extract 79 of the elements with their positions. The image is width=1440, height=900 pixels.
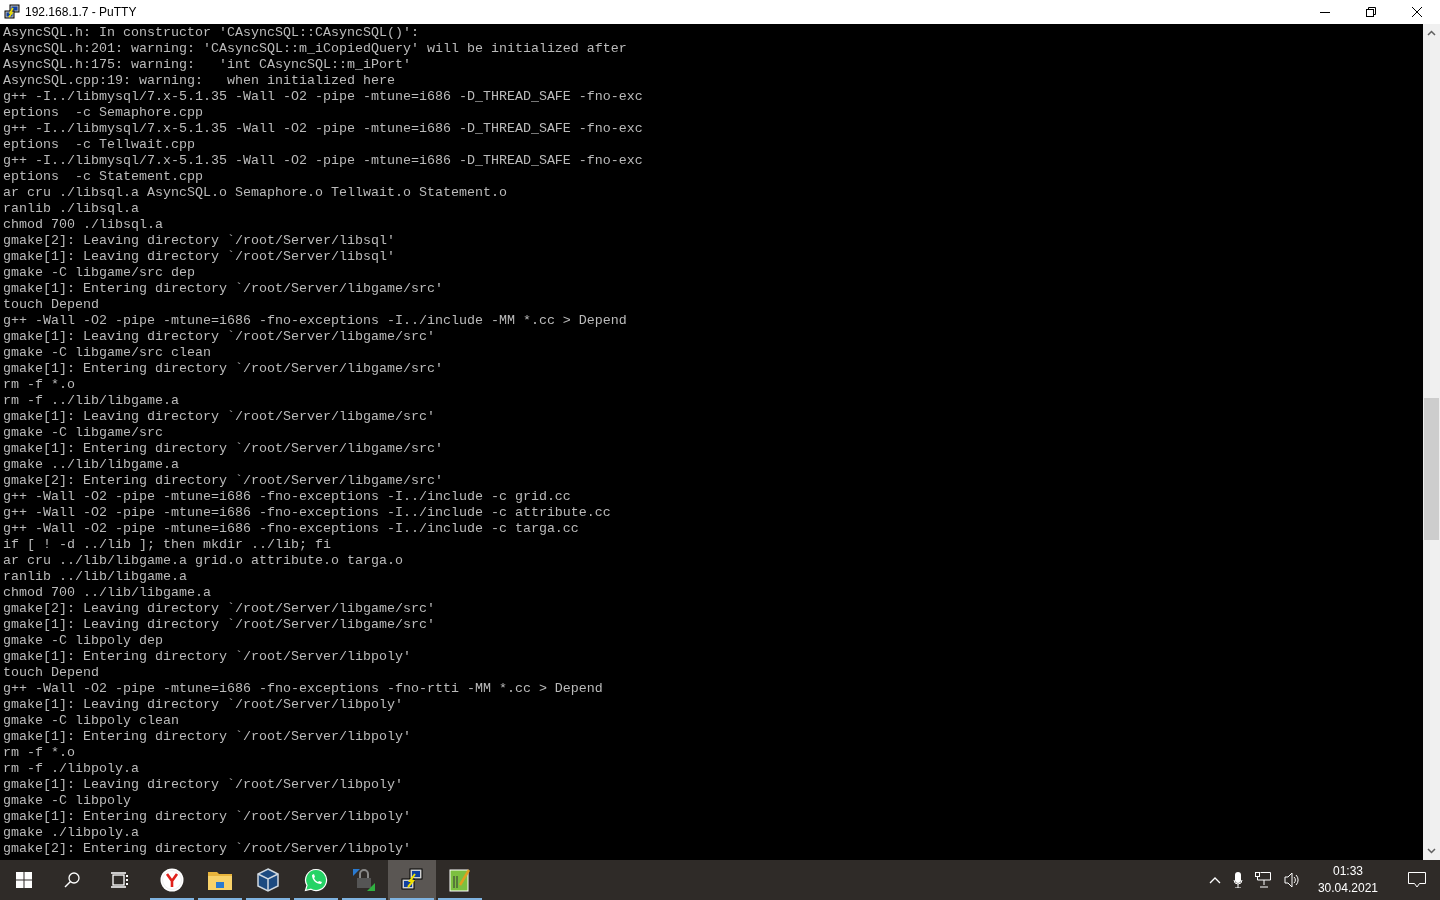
terminal-line: ar cru ../lib/libgame.a grid.o attribute.o targa.o bbox=[3, 553, 404, 569]
clock-date: 30.04.2021 bbox=[1317, 880, 1378, 897]
terminal-line: eptions -c Semaphore.cpp bbox=[3, 105, 204, 121]
terminal-line: gmake[2]: Entering directory `/root/Server/libpoly' bbox=[3, 841, 412, 857]
search-icon bbox=[64, 872, 80, 888]
network-icon[interactable] bbox=[1254, 872, 1272, 888]
terminal-line: gmake -C libgame/src bbox=[3, 425, 164, 441]
windows-icon bbox=[16, 872, 32, 888]
terminal-line: AsyncSQL.h: In constructor 'CAsyncSQL::CAsyncSQL()': bbox=[3, 25, 420, 41]
task-view-icon bbox=[111, 872, 129, 888]
terminal-line: gmake[1]: Leaving directory `/root/Server/libpoly' bbox=[3, 777, 404, 793]
terminal-line: gmake[1]: Entering directory `/root/Server/libgame/src' bbox=[3, 441, 444, 457]
scrollbar[interactable] bbox=[1423, 24, 1440, 860]
terminal-line: chmod 700 ../lib/libgame.a bbox=[3, 585, 212, 601]
terminal-line: gmake[1]: Leaving directory `/root/Server/libgame/src' bbox=[3, 329, 436, 345]
terminal-line: gmake[1]: Entering directory `/root/Server/libpoly' bbox=[3, 809, 412, 825]
terminal-line: g++ -Wall -O2 -pipe -mtune=i686 -fno-exceptions -I../include -c targa.cc bbox=[3, 521, 580, 537]
padlock-icon bbox=[352, 868, 376, 892]
scroll-up-icon[interactable] bbox=[1427, 30, 1436, 36]
terminal-line: ar cru ./libsql.a AsyncSQL.o Semaphore.o Tellwait.o Statement.o bbox=[3, 185, 508, 201]
terminal-line: g++ -Wall -O2 -pipe -mtune=i686 -fno-exceptions -fno-rtti -MM *.cc > Depend bbox=[3, 681, 604, 697]
terminal-line: if [ ! -d ../lib ]; then mkdir ../lib; fi bbox=[3, 537, 332, 553]
clock-time: 01:33 bbox=[1332, 863, 1363, 880]
terminal-line: AsyncSQL.cpp:19: warning: when initialized here bbox=[3, 73, 396, 89]
terminal-line: gmake[1]: Entering directory `/root/Server/libgame/src' bbox=[3, 281, 444, 297]
terminal-line: gmake[1]: Leaving directory `/root/Server/libpoly' bbox=[3, 697, 404, 713]
chat-bubble-icon bbox=[304, 868, 328, 892]
terminal-line: ranlib ../lib/libgame.a bbox=[3, 569, 188, 585]
cube-icon bbox=[257, 868, 279, 892]
terminal-line: eptions -c Tellwait.cpp bbox=[3, 137, 196, 153]
terminal-line: touch Depend bbox=[3, 665, 100, 681]
terminal-line: gmake -C libgame/src clean bbox=[3, 345, 212, 361]
terminal-line: rm -f ./libpoly.a bbox=[3, 761, 140, 777]
chevron-up-icon[interactable] bbox=[1208, 876, 1221, 884]
speaker-icon[interactable] bbox=[1283, 872, 1300, 888]
microphone-icon[interactable] bbox=[1232, 872, 1243, 888]
terminal-line: gmake[1]: Entering directory `/root/Server/libgame/src' bbox=[3, 361, 444, 377]
terminal-line: rm -f ../lib/libgame.a bbox=[3, 393, 180, 409]
terminal-line: gmake[2]: Leaving directory `/root/Server/libgame/src' bbox=[3, 601, 436, 617]
terminal-line: g++ -Wall -O2 -pipe -mtune=i686 -fno-exceptions -I../include -c grid.cc bbox=[3, 489, 572, 505]
terminal-line: gmake[1]: Leaving directory `/root/Server/libsql' bbox=[3, 249, 396, 265]
terminal-line: gmake ./libpoly.a bbox=[3, 825, 140, 841]
terminal-line: gmake ../lib/libgame.a bbox=[3, 457, 180, 473]
terminal-line: eptions -c Statement.cpp bbox=[3, 169, 204, 185]
terminal-line: gmake[1]: Leaving directory `/root/Server/libgame/src' bbox=[3, 617, 436, 633]
folder-icon bbox=[208, 870, 232, 890]
window-title: 192.168.1.7 - PuTTY bbox=[25, 5, 137, 19]
taskbar-app[interactable] bbox=[388, 860, 436, 900]
notepad-icon bbox=[449, 868, 471, 892]
scroll-down-icon[interactable] bbox=[1427, 848, 1436, 854]
terminal-line: g++ -I../libmysql/7.x-5.1.35 -Wall -O2 -pipe -mtune=i686 -D_THREAD_SAFE -fno-exc bbox=[3, 121, 644, 137]
browser-icon bbox=[160, 868, 184, 892]
terminal-line: gmake -C libpoly dep bbox=[3, 633, 164, 649]
terminal-line: ranlib ./libsql.a bbox=[3, 201, 140, 217]
computers-icon bbox=[4, 4, 20, 20]
restore-icon bbox=[1366, 7, 1376, 17]
terminal-line: g++ -Wall -O2 -pipe -mtune=i686 -fno-exceptions -I../include -c attribute.cc bbox=[3, 505, 612, 521]
scrollbar-thumb[interactable] bbox=[1424, 398, 1439, 540]
terminal-line: gmake[1]: Entering directory `/root/Server/libpoly' bbox=[3, 729, 412, 745]
terminal-line: gmake[2]: Leaving directory `/root/Server/libsql' bbox=[3, 233, 396, 249]
terminal-line: rm -f *.o bbox=[3, 745, 76, 761]
terminal-line: gmake -C libpoly bbox=[3, 793, 132, 809]
terminal-line: gmake[1]: Entering directory `/root/Server/libpoly' bbox=[3, 649, 412, 665]
terminal-line: gmake[2]: Entering directory `/root/Server/libgame/src' bbox=[3, 473, 444, 489]
computers-icon bbox=[400, 868, 424, 892]
terminal-line: chmod 700 ./libsql.a bbox=[3, 217, 164, 233]
close-icon bbox=[1412, 7, 1422, 17]
terminal-line: g++ -Wall -O2 -pipe -mtune=i686 -fno-exceptions -I../include -MM *.cc > Depend bbox=[3, 313, 628, 329]
terminal-line: gmake -C libpoly clean bbox=[3, 713, 180, 729]
terminal-line: gmake -C libgame/src dep bbox=[3, 265, 196, 281]
notification-icon[interactable] bbox=[1408, 872, 1426, 888]
terminal-line: AsyncSQL.h:201: warning: 'CAsyncSQL::m_iCopiedQuery' will be initialized after bbox=[3, 41, 628, 57]
terminal-line: g++ -I../libmysql/7.x-5.1.35 -Wall -O2 -pipe -mtune=i686 -D_THREAD_SAFE -fno-exc bbox=[3, 89, 644, 105]
clock[interactable]: 01:33 30.04.2021 bbox=[1317, 863, 1378, 897]
terminal-line: g++ -I../libmysql/7.x-5.1.35 -Wall -O2 -pipe -mtune=i686 -D_THREAD_SAFE -fno-exc bbox=[3, 153, 644, 169]
terminal-line: gmake[1]: Leaving directory `/root/Server/libgame/src' bbox=[3, 409, 436, 425]
terminal-line: rm -f *.o bbox=[3, 377, 76, 393]
terminal-line: AsyncSQL.h:175: warning: 'int CAsyncSQL::m_iPort' bbox=[3, 57, 412, 73]
terminal-line: touch Depend bbox=[3, 297, 100, 313]
